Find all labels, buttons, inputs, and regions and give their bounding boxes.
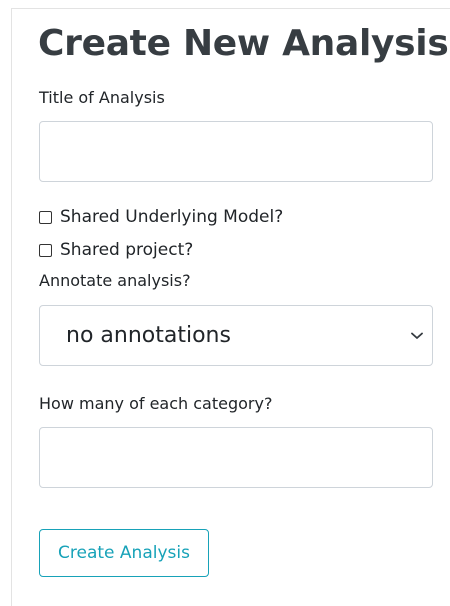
shared-model-label: Shared Underlying Model? [60, 207, 284, 227]
create-analysis-button[interactable]: Create Analysis [39, 529, 209, 577]
annotate-label: Annotate analysis? [39, 271, 191, 290]
shared-project-option[interactable]: Shared project? [39, 240, 193, 260]
create-analysis-page: Create New Analysis Title of Analysis Sh… [0, 0, 450, 606]
page-title: Create New Analysis [38, 23, 449, 64]
annotate-select[interactable]: no annotations [39, 305, 433, 366]
shared-model-checkbox[interactable] [39, 210, 52, 224]
shared-project-checkbox[interactable] [39, 243, 52, 257]
chevron-down-icon [411, 332, 423, 339]
title-input[interactable] [39, 121, 433, 182]
shared-model-option[interactable]: Shared Underlying Model? [39, 207, 283, 227]
title-label: Title of Analysis [39, 88, 165, 107]
shared-project-label: Shared project? [60, 240, 194, 260]
category-count-label: How many of each category? [39, 394, 273, 413]
annotate-selected-value: no annotations [66, 323, 231, 348]
category-count-input[interactable] [39, 427, 433, 488]
